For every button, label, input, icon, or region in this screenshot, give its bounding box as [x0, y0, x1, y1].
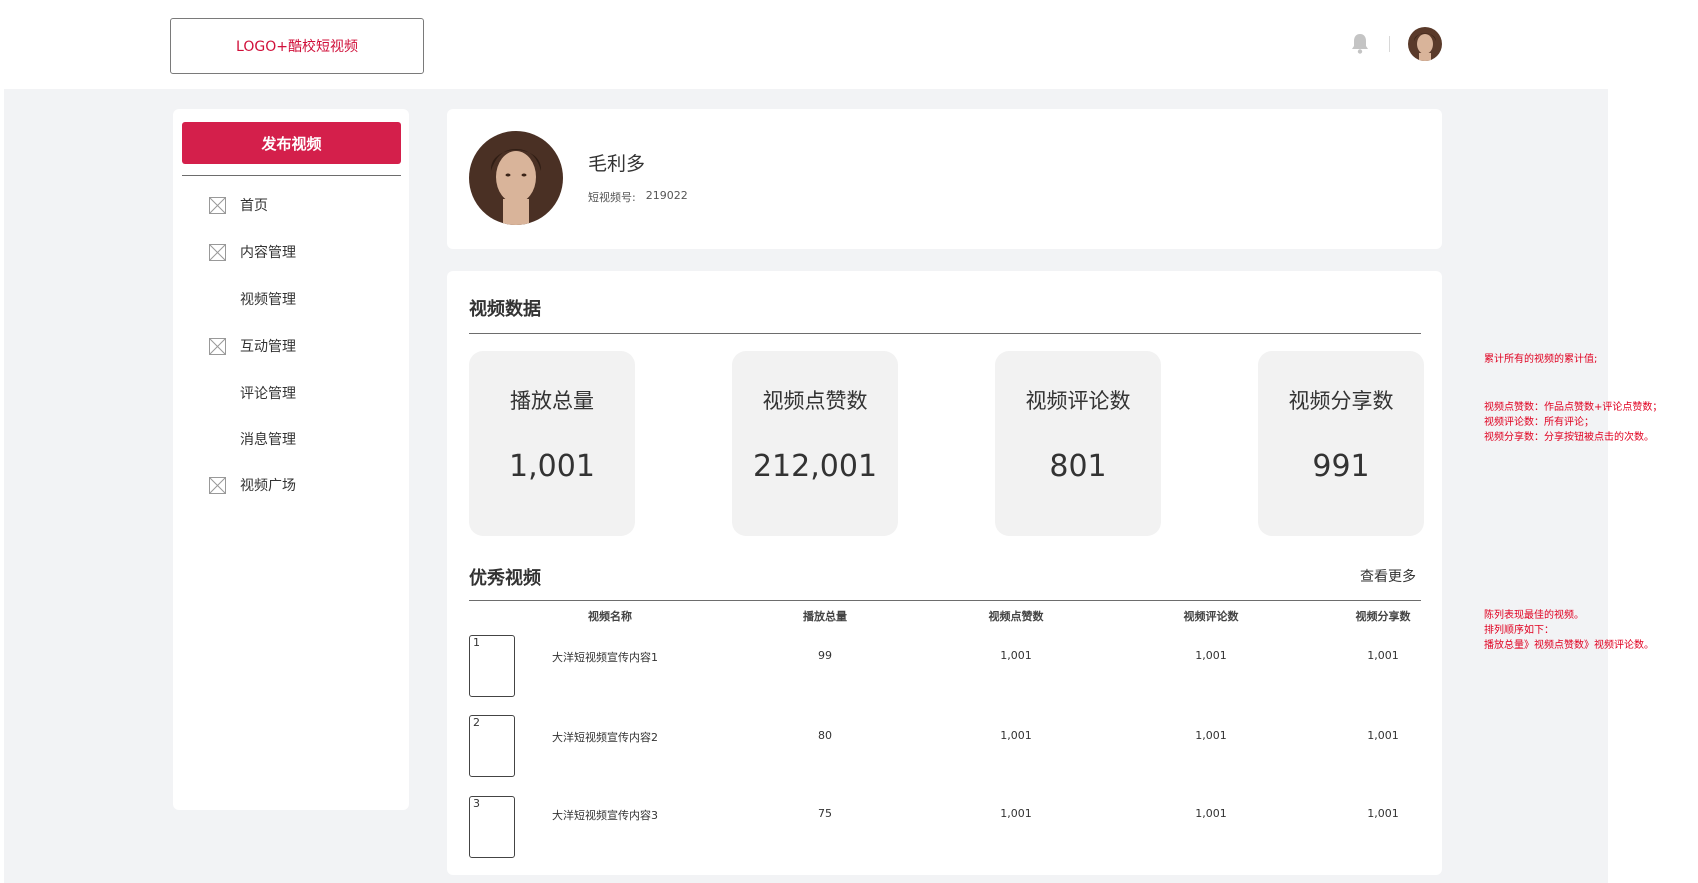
video-plays: 99	[818, 649, 832, 662]
video-thumbnail[interactable]: 1	[469, 635, 515, 697]
top-videos-title: 优秀视频	[469, 568, 541, 589]
bell-icon[interactable]	[1350, 32, 1370, 54]
video-data-card: 视频数据 播放总量 1,001 视频点赞数 212,001 视频评论数 801 …	[447, 271, 1442, 875]
annotation-ranking-rules: 陈列表现最佳的视频。 排列顺序如下： 播放总量》视频点赞数》视频评论数。	[1484, 610, 1654, 651]
rank-number: 3	[473, 797, 480, 810]
placeholder-x-icon	[209, 337, 226, 355]
video-name[interactable]: 大洋短视频宣传内容2	[552, 729, 658, 745]
column-header-likes: 视频点赞数	[988, 610, 1044, 623]
video-plays: 75	[818, 807, 832, 820]
stat-label: 播放总量	[510, 389, 594, 413]
video-data-divider	[469, 333, 1421, 334]
sidebar-item-message-management[interactable]: 消息管理	[240, 427, 296, 451]
sidebar-item-label: 互动管理	[240, 339, 296, 355]
video-thumbnail[interactable]: 3	[469, 796, 515, 858]
video-shares: 1,001	[1367, 807, 1399, 820]
sidebar-item-comment-management[interactable]: 评论管理	[240, 381, 296, 405]
stat-card-likes: 视频点赞数 212,001	[732, 351, 898, 536]
video-likes: 1,001	[1000, 649, 1032, 662]
profile-id-value: 219022	[645, 189, 688, 202]
profile-name: 毛利多	[588, 153, 646, 175]
sidebar-item-label: 首页	[240, 198, 268, 214]
video-thumbnail[interactable]: 2	[469, 715, 515, 777]
top-videos-divider	[469, 600, 1421, 601]
stat-card-comments: 视频评论数 801	[995, 351, 1161, 536]
video-name[interactable]: 大洋短视频宣传内容1	[552, 649, 658, 665]
video-comments: 1,001	[1195, 649, 1227, 662]
video-shares: 1,001	[1367, 729, 1399, 742]
placeholder-x-icon	[209, 476, 226, 494]
stat-value: 1,001	[509, 449, 595, 484]
logo[interactable]: LOGO+酷校短视频	[170, 18, 424, 74]
placeholder-x-icon	[209, 196, 226, 214]
header-divider	[1389, 36, 1390, 52]
stat-label: 视频分享数	[1288, 389, 1394, 413]
video-plays: 80	[818, 729, 832, 742]
stat-label: 视频点赞数	[762, 389, 868, 413]
sidebar-item-video-plaza[interactable]: 视频广场	[209, 473, 296, 497]
annotation-cumulative: 累计所有的视频的累计值;	[1484, 354, 1598, 365]
sidebar-item-label: 内容管理	[240, 245, 296, 261]
profile-card: 毛利多 短视频号: 219022	[447, 109, 1442, 249]
sidebar-item-label: 视频管理	[240, 292, 296, 308]
sidebar-item-home[interactable]: 首页	[209, 193, 268, 217]
stat-value: 212,001	[752, 449, 878, 484]
rank-number: 2	[473, 716, 480, 729]
stat-value: 991	[1312, 449, 1370, 484]
placeholder-x-icon	[209, 243, 226, 261]
sidebar-item-label: 视频广场	[240, 478, 296, 494]
video-comments: 1,001	[1195, 729, 1227, 742]
rank-number: 1	[473, 636, 480, 649]
sidebar-item-interaction-management[interactable]: 互动管理	[209, 334, 296, 358]
profile-avatar[interactable]	[469, 131, 563, 225]
video-likes: 1,001	[1000, 729, 1032, 742]
profile-id: 短视频号: 219022	[588, 189, 688, 205]
stat-value: 801	[1049, 449, 1107, 484]
column-header-name: 视频名称	[588, 610, 632, 623]
sidebar-item-label: 消息管理	[240, 432, 296, 448]
column-header-shares: 视频分享数	[1355, 610, 1411, 623]
video-name[interactable]: 大洋短视频宣传内容3	[552, 807, 658, 823]
sidebar-divider	[182, 175, 401, 176]
sidebar: 发布视频 首页 内容管理 视频管理 互动管理 评论管理 消息管理 视频广场	[173, 109, 409, 810]
video-shares: 1,001	[1367, 649, 1399, 662]
video-likes: 1,001	[1000, 807, 1032, 820]
video-comments: 1,001	[1195, 807, 1227, 820]
sidebar-item-content-management[interactable]: 内容管理	[209, 240, 296, 264]
video-data-title: 视频数据	[469, 299, 541, 320]
sidebar-item-label: 评论管理	[240, 386, 296, 402]
column-header-plays: 播放总量	[803, 610, 847, 623]
sidebar-item-video-management[interactable]: 视频管理	[240, 287, 296, 311]
view-more-link[interactable]: 查看更多	[1360, 566, 1416, 586]
profile-id-label: 短视频号:	[588, 191, 636, 204]
stat-card-shares: 视频分享数 991	[1258, 351, 1424, 536]
annotation-stat-definitions: 视频点赞数：作品点赞数+评论点赞数； 视频评论数：所有评论； 视频分享数：分享按…	[1484, 402, 1663, 443]
avatar[interactable]	[1408, 27, 1442, 61]
stat-card-plays: 播放总量 1,001	[469, 351, 635, 536]
publish-video-button[interactable]: 发布视频	[182, 122, 401, 164]
column-header-comments: 视频评论数	[1183, 610, 1239, 623]
stat-label: 视频评论数	[1025, 389, 1131, 413]
